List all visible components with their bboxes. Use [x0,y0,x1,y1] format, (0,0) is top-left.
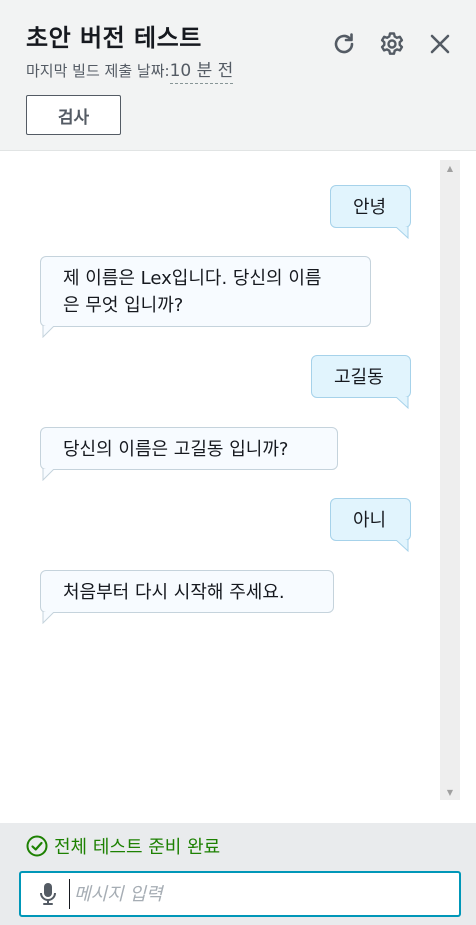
bubble-tail [396,540,409,552]
scroll-up-arrow-icon[interactable]: ▲ [440,160,460,176]
message-input[interactable] [69,879,446,909]
close-button[interactable] [426,30,454,58]
close-icon [430,34,450,54]
bubble-tail [42,326,55,338]
settings-icon [380,32,404,55]
refresh-icon [334,33,354,54]
bubble-tail [396,227,409,239]
user-message: 고길동 [311,355,411,398]
scroll-down-arrow-icon[interactable]: ▼ [440,784,460,800]
footer: 전체 테스트 준비 완료 [0,823,476,925]
microphone-icon[interactable] [39,882,57,906]
message-text: 고길동 [334,367,384,388]
check-circle-icon [26,835,48,857]
last-build-time[interactable]: 10 분 전 [169,61,234,84]
user-message: 아니 [330,498,411,541]
message-text-line-2: 은 무엇 입니까? [63,295,184,316]
message-text: 당신의 이름은 고길동 입니까? [63,439,289,460]
message-text: 처음부터 다시 시작해 주세요. [63,582,285,603]
inspect-button[interactable]: 검사 [26,95,121,135]
bot-message: 제 이름은 Lex입니다. 당신의 이름 은 무엇 입니까? [40,256,371,327]
bot-message: 당신의 이름은 고길동 입니까? [40,427,338,470]
settings-button[interactable] [378,30,406,58]
bubble-tail [42,612,55,624]
refresh-button[interactable] [330,30,358,58]
last-build-label: 마지막 빌드 제출 날짜: [26,62,170,80]
chat-area[interactable]: 안녕 제 이름은 Lex입니다. 당신의 이름 은 무엇 입니까? 고길동 당신… [0,151,476,823]
last-build-info: 마지막 빌드 제출 날짜:10 분 전 [26,56,234,84]
message-text: 안녕 [353,197,387,218]
header: 초안 버전 테스트 마지막 빌드 제출 날짜:10 분 전 검사 [0,0,476,151]
bubble-tail [396,397,409,409]
page-title: 초안 버전 테스트 [26,24,202,52]
message-input-box[interactable] [19,871,461,917]
status-text: 전체 테스트 준비 완료 [54,837,221,858]
bot-message: 처음부터 다시 시작해 주세요. [40,570,334,613]
bubble-tail [42,469,55,481]
status-indicator: 전체 테스트 준비 완료 [26,833,220,859]
user-message: 안녕 [330,185,411,228]
chat-scrollbar[interactable]: ▲ ▼ [440,160,460,800]
message-text-line-1: 제 이름은 Lex입니다. 당신의 이름 [63,268,322,289]
message-text: 아니 [353,510,387,531]
